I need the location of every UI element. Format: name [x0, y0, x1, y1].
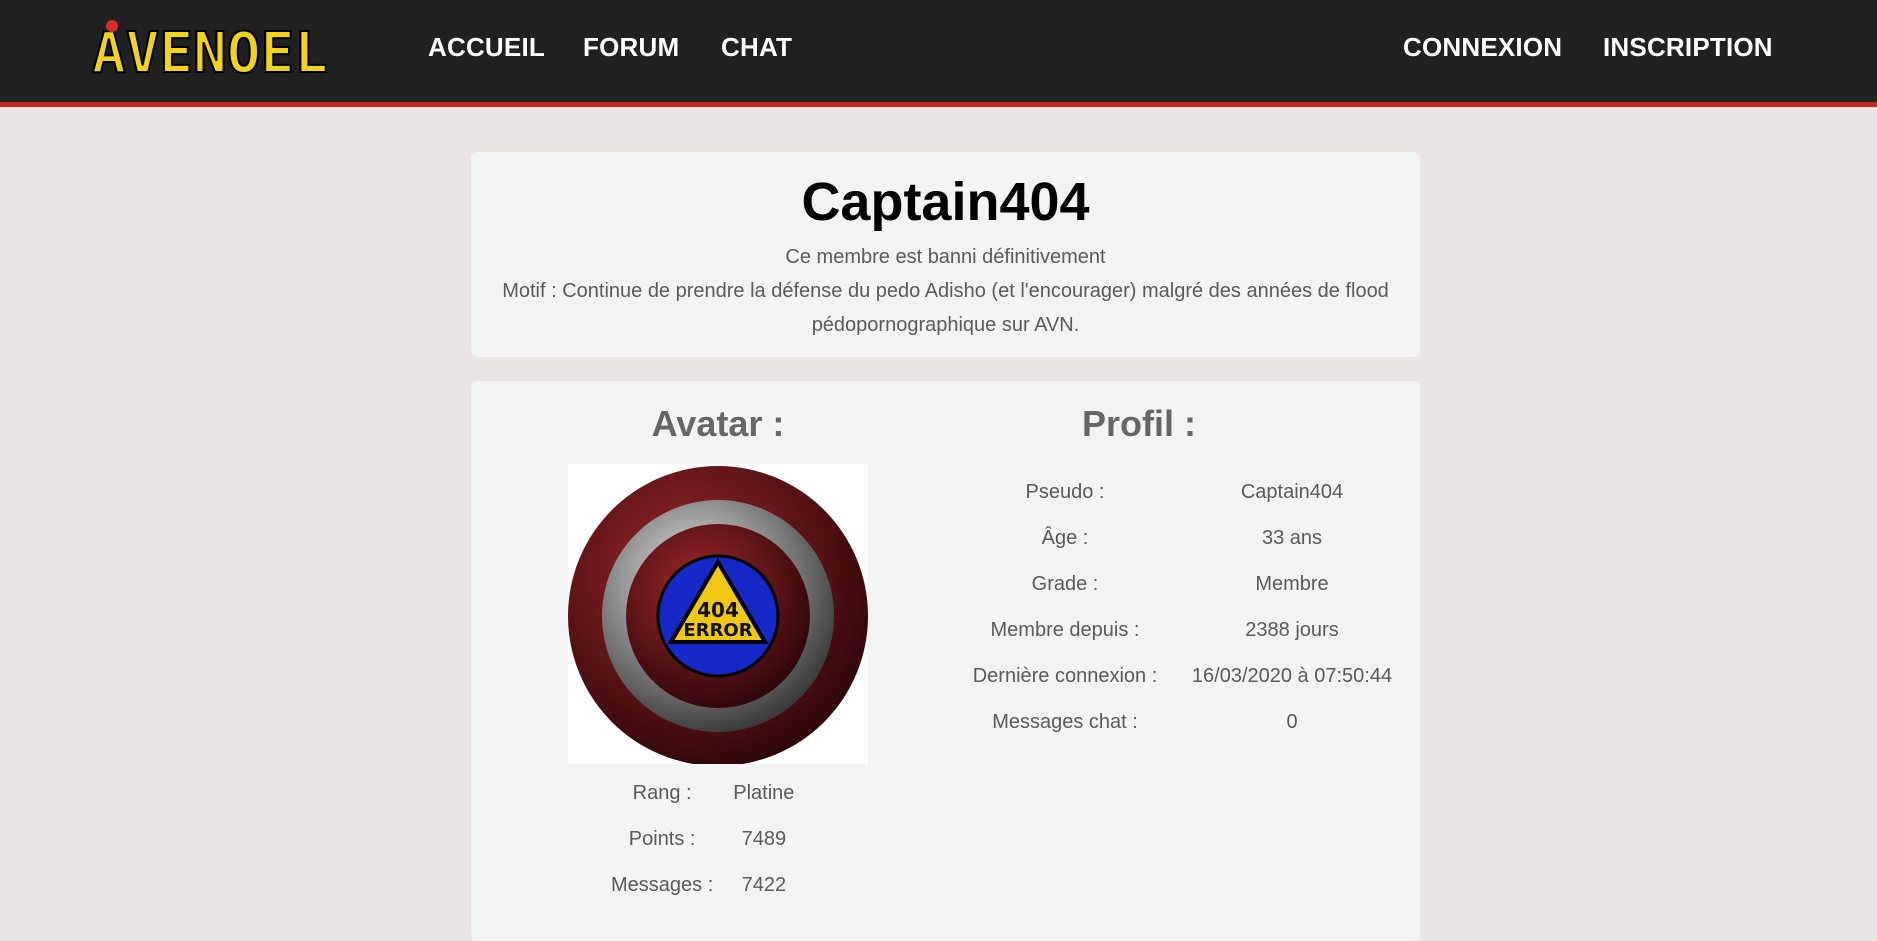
stat-value: Platine: [733, 781, 795, 804]
profile-label: Membre depuis :: [990, 618, 1140, 641]
profile-value: 16/03/2020 à 07:50:44: [1191, 664, 1393, 687]
profile-username-title: Captain404: [801, 172, 1090, 232]
profile-value: Captain404: [1240, 480, 1344, 503]
nav-connexion[interactable]: CONNEXION: [1403, 32, 1562, 63]
stat-row-rang: Rang : Platine: [601, 770, 804, 816]
profile-value: 0: [1286, 710, 1298, 733]
profile-row: Messages chat : 0: [953, 699, 1407, 745]
avatar-heading: Avatar :: [651, 403, 785, 444]
nav-forum[interactable]: FORUM: [583, 32, 679, 63]
shield-avatar-icon: 404 ERROR: [568, 466, 868, 766]
profile-label: Dernière connexion :: [972, 664, 1158, 687]
nav-accueil[interactable]: ACCUEIL: [428, 32, 545, 63]
profile-value: Membre: [1255, 572, 1329, 595]
avatar-badge-error: ERROR: [683, 620, 752, 641]
top-navbar: AVENOEL ACCUEIL FORUM CHAT CONNEXION INS…: [0, 0, 1877, 107]
profile-table: Pseudo : Captain404 Âge : 33 ans Grade :…: [953, 469, 1407, 745]
profile-label: Âge :: [1041, 526, 1089, 549]
avatar-stats-table: Rang : Platine Points : 7489 Messages : …: [601, 770, 804, 908]
profile-row: Dernière connexion : 16/03/2020 à 07:50:…: [953, 653, 1407, 699]
ban-card: Captain404 Ce membre est banni définitiv…: [471, 152, 1420, 357]
profile-label: Pseudo :: [1025, 480, 1105, 503]
stat-row-messages: Messages : 7422: [601, 862, 804, 908]
profile-heading: Profil :: [1082, 403, 1196, 444]
profile-row: Âge : 33 ans: [953, 515, 1407, 561]
logo-text: AVENOEL: [92, 21, 328, 80]
ban-status: Ce membre est banni définitivement: [785, 246, 1106, 268]
stat-label: Messages :: [611, 873, 714, 896]
profile-label: Messages chat :: [992, 710, 1138, 733]
ban-reason: Motif : Continue de prendre la défense d…: [502, 280, 1389, 336]
profile-row: Pseudo : Captain404: [953, 469, 1407, 515]
profile-card: Avatar : 404 ERROR Rang : Platine Points…: [471, 381, 1420, 941]
avatar-image: 404 ERROR: [568, 464, 868, 766]
profile-value: 33 ans: [1261, 526, 1323, 549]
stat-value: 7422: [741, 873, 787, 896]
stat-row-points: Points : 7489: [601, 816, 804, 862]
stat-value: 7489: [741, 827, 787, 850]
santa-hat-icon: [106, 20, 118, 32]
site-logo[interactable]: AVENOEL: [90, 18, 390, 80]
profile-value: 2388 jours: [1245, 618, 1339, 641]
profile-row: Membre depuis : 2388 jours: [953, 607, 1407, 653]
nav-chat[interactable]: CHAT: [721, 32, 792, 63]
profile-row: Grade : Membre: [953, 561, 1407, 607]
stat-label: Points :: [628, 827, 696, 850]
profile-label: Grade :: [1031, 572, 1099, 595]
avatar-badge-404: 404: [697, 598, 739, 622]
stat-label: Rang :: [632, 781, 692, 804]
nav-inscription[interactable]: INSCRIPTION: [1603, 32, 1773, 63]
